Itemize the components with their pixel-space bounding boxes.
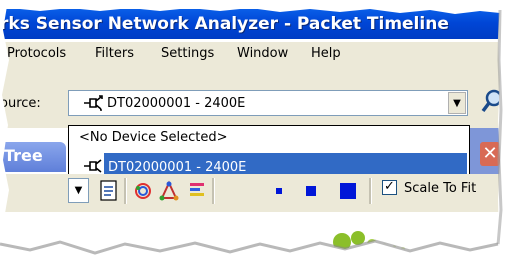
- torn-paper-frame: [0, 0, 511, 270]
